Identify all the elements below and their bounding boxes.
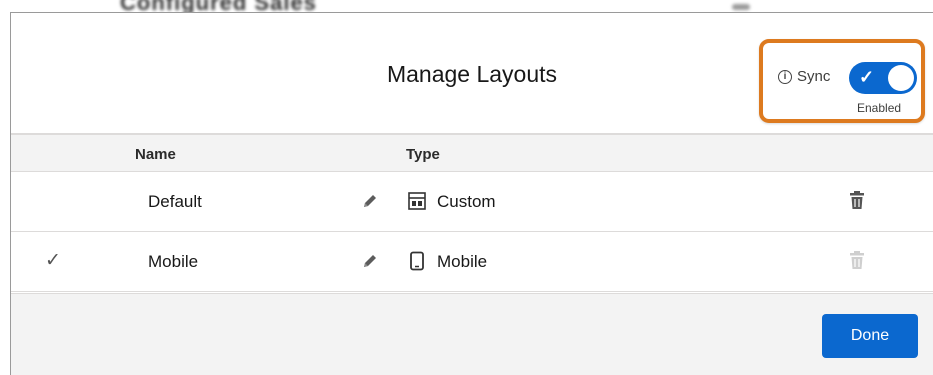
background-control <box>732 4 750 10</box>
sync-state-label: Enabled <box>857 101 902 115</box>
sync-label: Sync <box>797 68 831 85</box>
column-header-type: Type <box>406 146 440 163</box>
layout-name: Mobile <box>148 252 199 271</box>
toggle-knob <box>888 65 914 91</box>
modal-header: Manage Layouts i Sync ✓ Enabled <box>11 13 933 135</box>
layout-type: Mobile <box>437 252 488 271</box>
trash-icon[interactable] <box>848 190 866 210</box>
manage-layouts-modal: Manage Layouts i Sync ✓ Enabled Name Typ… <box>10 12 933 375</box>
sync-toggle[interactable]: ✓ <box>849 62 917 94</box>
table-row[interactable]: Default Custom <box>11 172 933 232</box>
selected-check-icon: ✓ <box>45 250 61 271</box>
column-header-name: Name <box>135 146 176 163</box>
trash-icon-disabled <box>850 251 864 269</box>
phone-icon <box>410 251 424 271</box>
info-icon[interactable]: i <box>778 70 792 84</box>
table-row[interactable]: ✓ Mobile Mobile <box>11 232 933 292</box>
layout-name: Default <box>148 192 202 211</box>
layout-type: Custom <box>437 192 496 211</box>
pencil-icon[interactable] <box>361 192 379 210</box>
layout-icon <box>408 192 426 210</box>
background-page: Configured Sales <box>0 0 933 15</box>
screen: Configured Sales Manage Layouts i Sync ✓… <box>0 0 933 375</box>
pencil-icon[interactable] <box>361 252 379 270</box>
table-header: Name Type <box>11 135 933 172</box>
modal-footer: Done <box>11 293 933 375</box>
sync-control-highlight: i Sync ✓ Enabled <box>759 39 925 123</box>
done-button[interactable]: Done <box>822 314 918 358</box>
check-icon: ✓ <box>859 67 875 87</box>
